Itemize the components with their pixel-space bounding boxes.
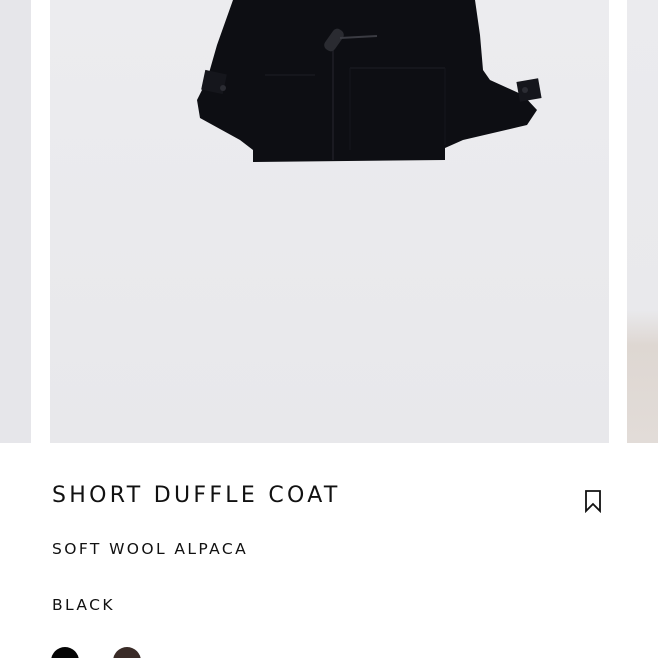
product-image[interactable]: [50, 0, 609, 443]
product-material: SOFT WOOL ALPACA: [52, 540, 249, 558]
product-title: SHORT DUFFLE COAT: [52, 483, 341, 508]
selected-color-label: BLACK: [52, 596, 115, 614]
product-info-panel: SHORT DUFFLE COAT SOFT WOOL ALPACA BLACK: [0, 443, 658, 658]
color-swatch-list: [51, 647, 171, 658]
bookmark-button[interactable]: [583, 489, 603, 514]
color-swatch-brown[interactable]: [113, 647, 141, 658]
previous-product-image[interactable]: [0, 0, 31, 443]
next-product-image[interactable]: [627, 0, 658, 443]
bookmark-icon: [585, 490, 601, 514]
product-image-carousel[interactable]: [0, 0, 658, 443]
color-swatch-black[interactable]: [51, 647, 79, 658]
coat-photo: [197, 0, 542, 162]
